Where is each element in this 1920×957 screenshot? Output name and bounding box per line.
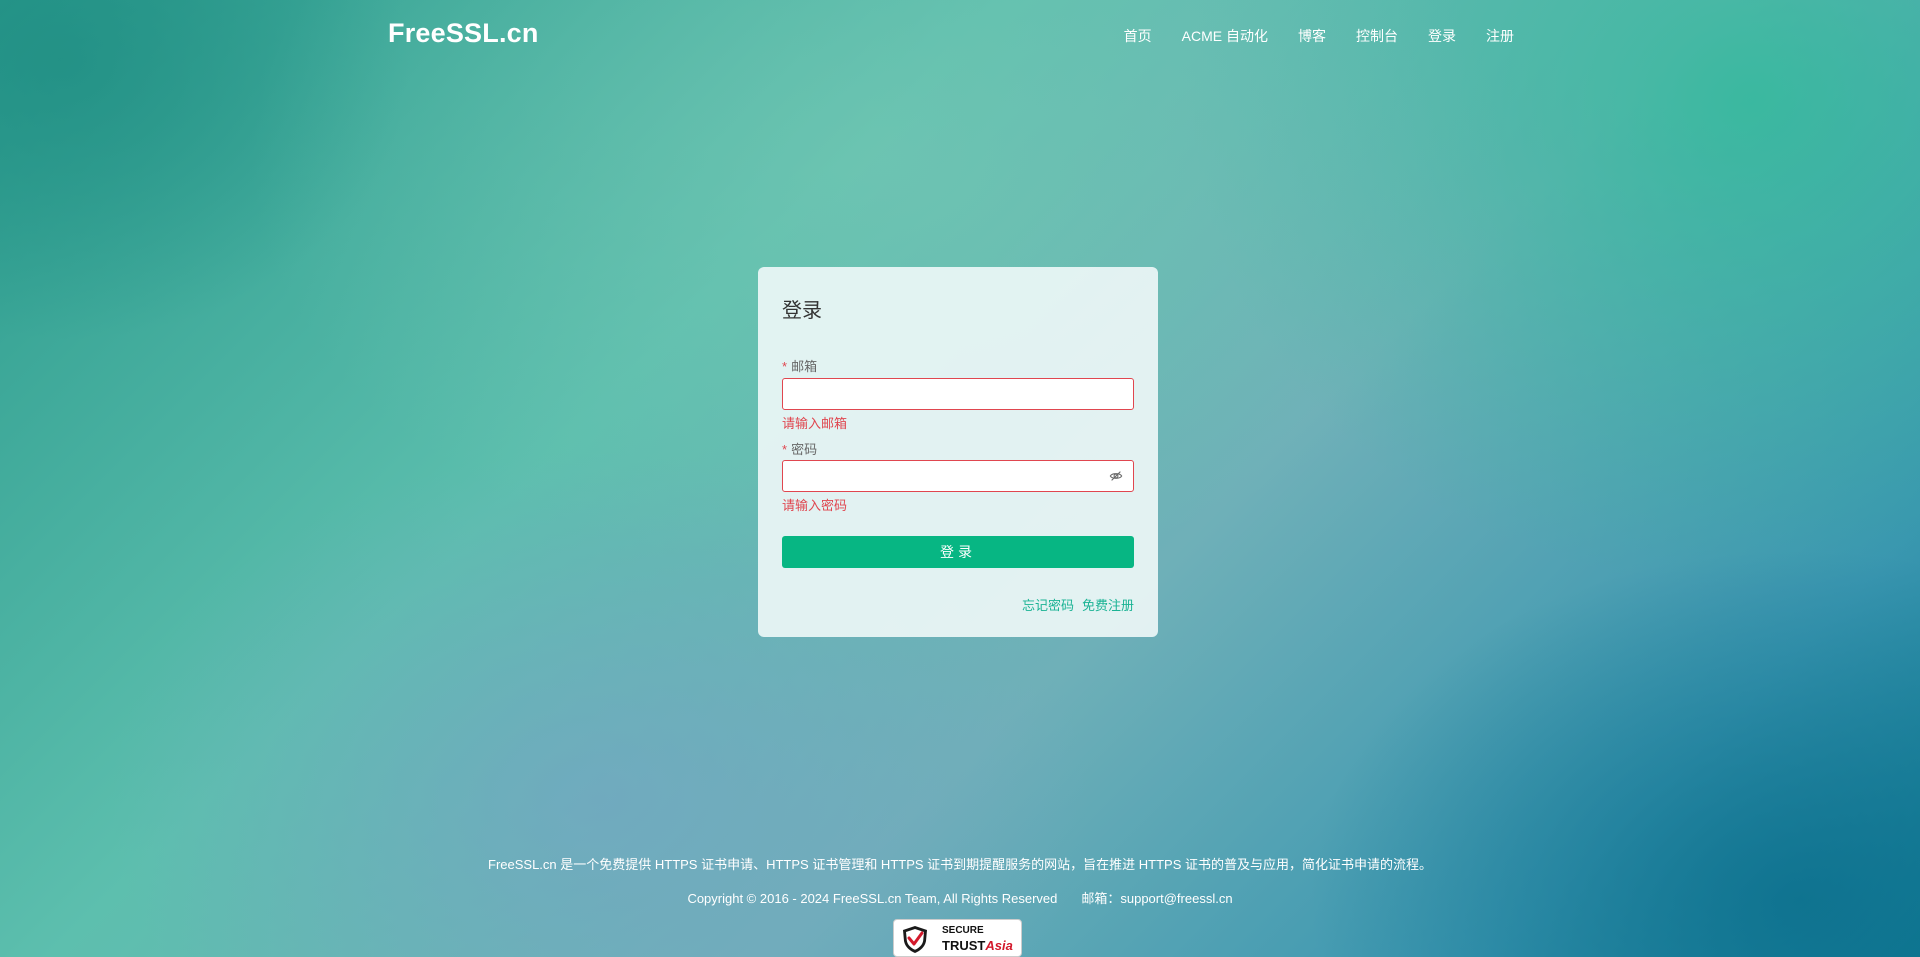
email-label-text: 邮箱 <box>791 359 818 374</box>
nav-acme[interactable]: ACME 自动化 <box>1182 26 1268 46</box>
badge-secure-text: SECURE <box>942 925 984 936</box>
required-mark: * <box>782 359 788 374</box>
nav-console[interactable]: 控制台 <box>1356 26 1398 46</box>
email-field[interactable] <box>783 379 1113 409</box>
password-field[interactable] <box>783 461 1113 491</box>
required-mark: * <box>782 442 788 457</box>
nav-login[interactable]: 登录 <box>1428 26 1456 46</box>
password-label: * 密码 <box>782 439 817 458</box>
login-button[interactable]: 登录 <box>782 536 1134 568</box>
top-header: FreeSSL.cn 首页 ACME 自动化 博客 控制台 登录 注册 <box>0 0 1920 70</box>
nav-blog[interactable]: 博客 <box>1298 26 1326 46</box>
site-logo[interactable]: FreeSSL.cn <box>388 18 539 49</box>
shield-icon <box>903 926 927 953</box>
footer-description: FreeSSL.cn 是一个免费提供 HTTPS 证书申请、HTTPS 证书管理… <box>488 857 1432 872</box>
email-error: 请输入邮箱 <box>782 416 848 431</box>
trustasia-badge[interactable]: SECURE TRUSTAsia <box>893 919 1022 957</box>
forgot-password-link[interactable]: 忘记密码 <box>1022 595 1074 614</box>
email-field-box <box>782 378 1134 410</box>
badge-trust-text: TRUST <box>942 938 986 953</box>
main-nav: 首页 ACME 自动化 博客 控制台 登录 注册 <box>1094 26 1514 46</box>
login-card: 登录 * 邮箱 请输入邮箱 * 密码 请输入密码 登录 忘记密码 免费注册 <box>758 267 1158 637</box>
footer-copyright-line: Copyright © 2016 - 2024 FreeSSL.cn Team,… <box>0 888 1920 907</box>
email-label: * 邮箱 <box>782 356 817 375</box>
eye-hidden-icon[interactable] <box>1109 469 1123 483</box>
badge-asia-text: Asia <box>985 938 1013 953</box>
password-error: 请输入密码 <box>782 498 848 513</box>
nav-register[interactable]: 注册 <box>1486 26 1514 46</box>
card-links: 忘记密码 免费注册 <box>1022 595 1134 614</box>
copyright-text: Copyright © 2016 - 2024 FreeSSL.cn Team,… <box>687 891 1058 906</box>
password-label-text: 密码 <box>791 442 818 457</box>
password-field-box <box>782 460 1134 492</box>
login-title: 登录 <box>782 300 822 322</box>
free-register-link[interactable]: 免费注册 <box>1082 595 1134 614</box>
badge-trustasia-text: TRUSTAsia <box>942 938 1013 953</box>
nav-home[interactable]: 首页 <box>1124 26 1152 46</box>
support-email[interactable]: 邮箱：support@freessl.cn <box>1081 891 1232 906</box>
